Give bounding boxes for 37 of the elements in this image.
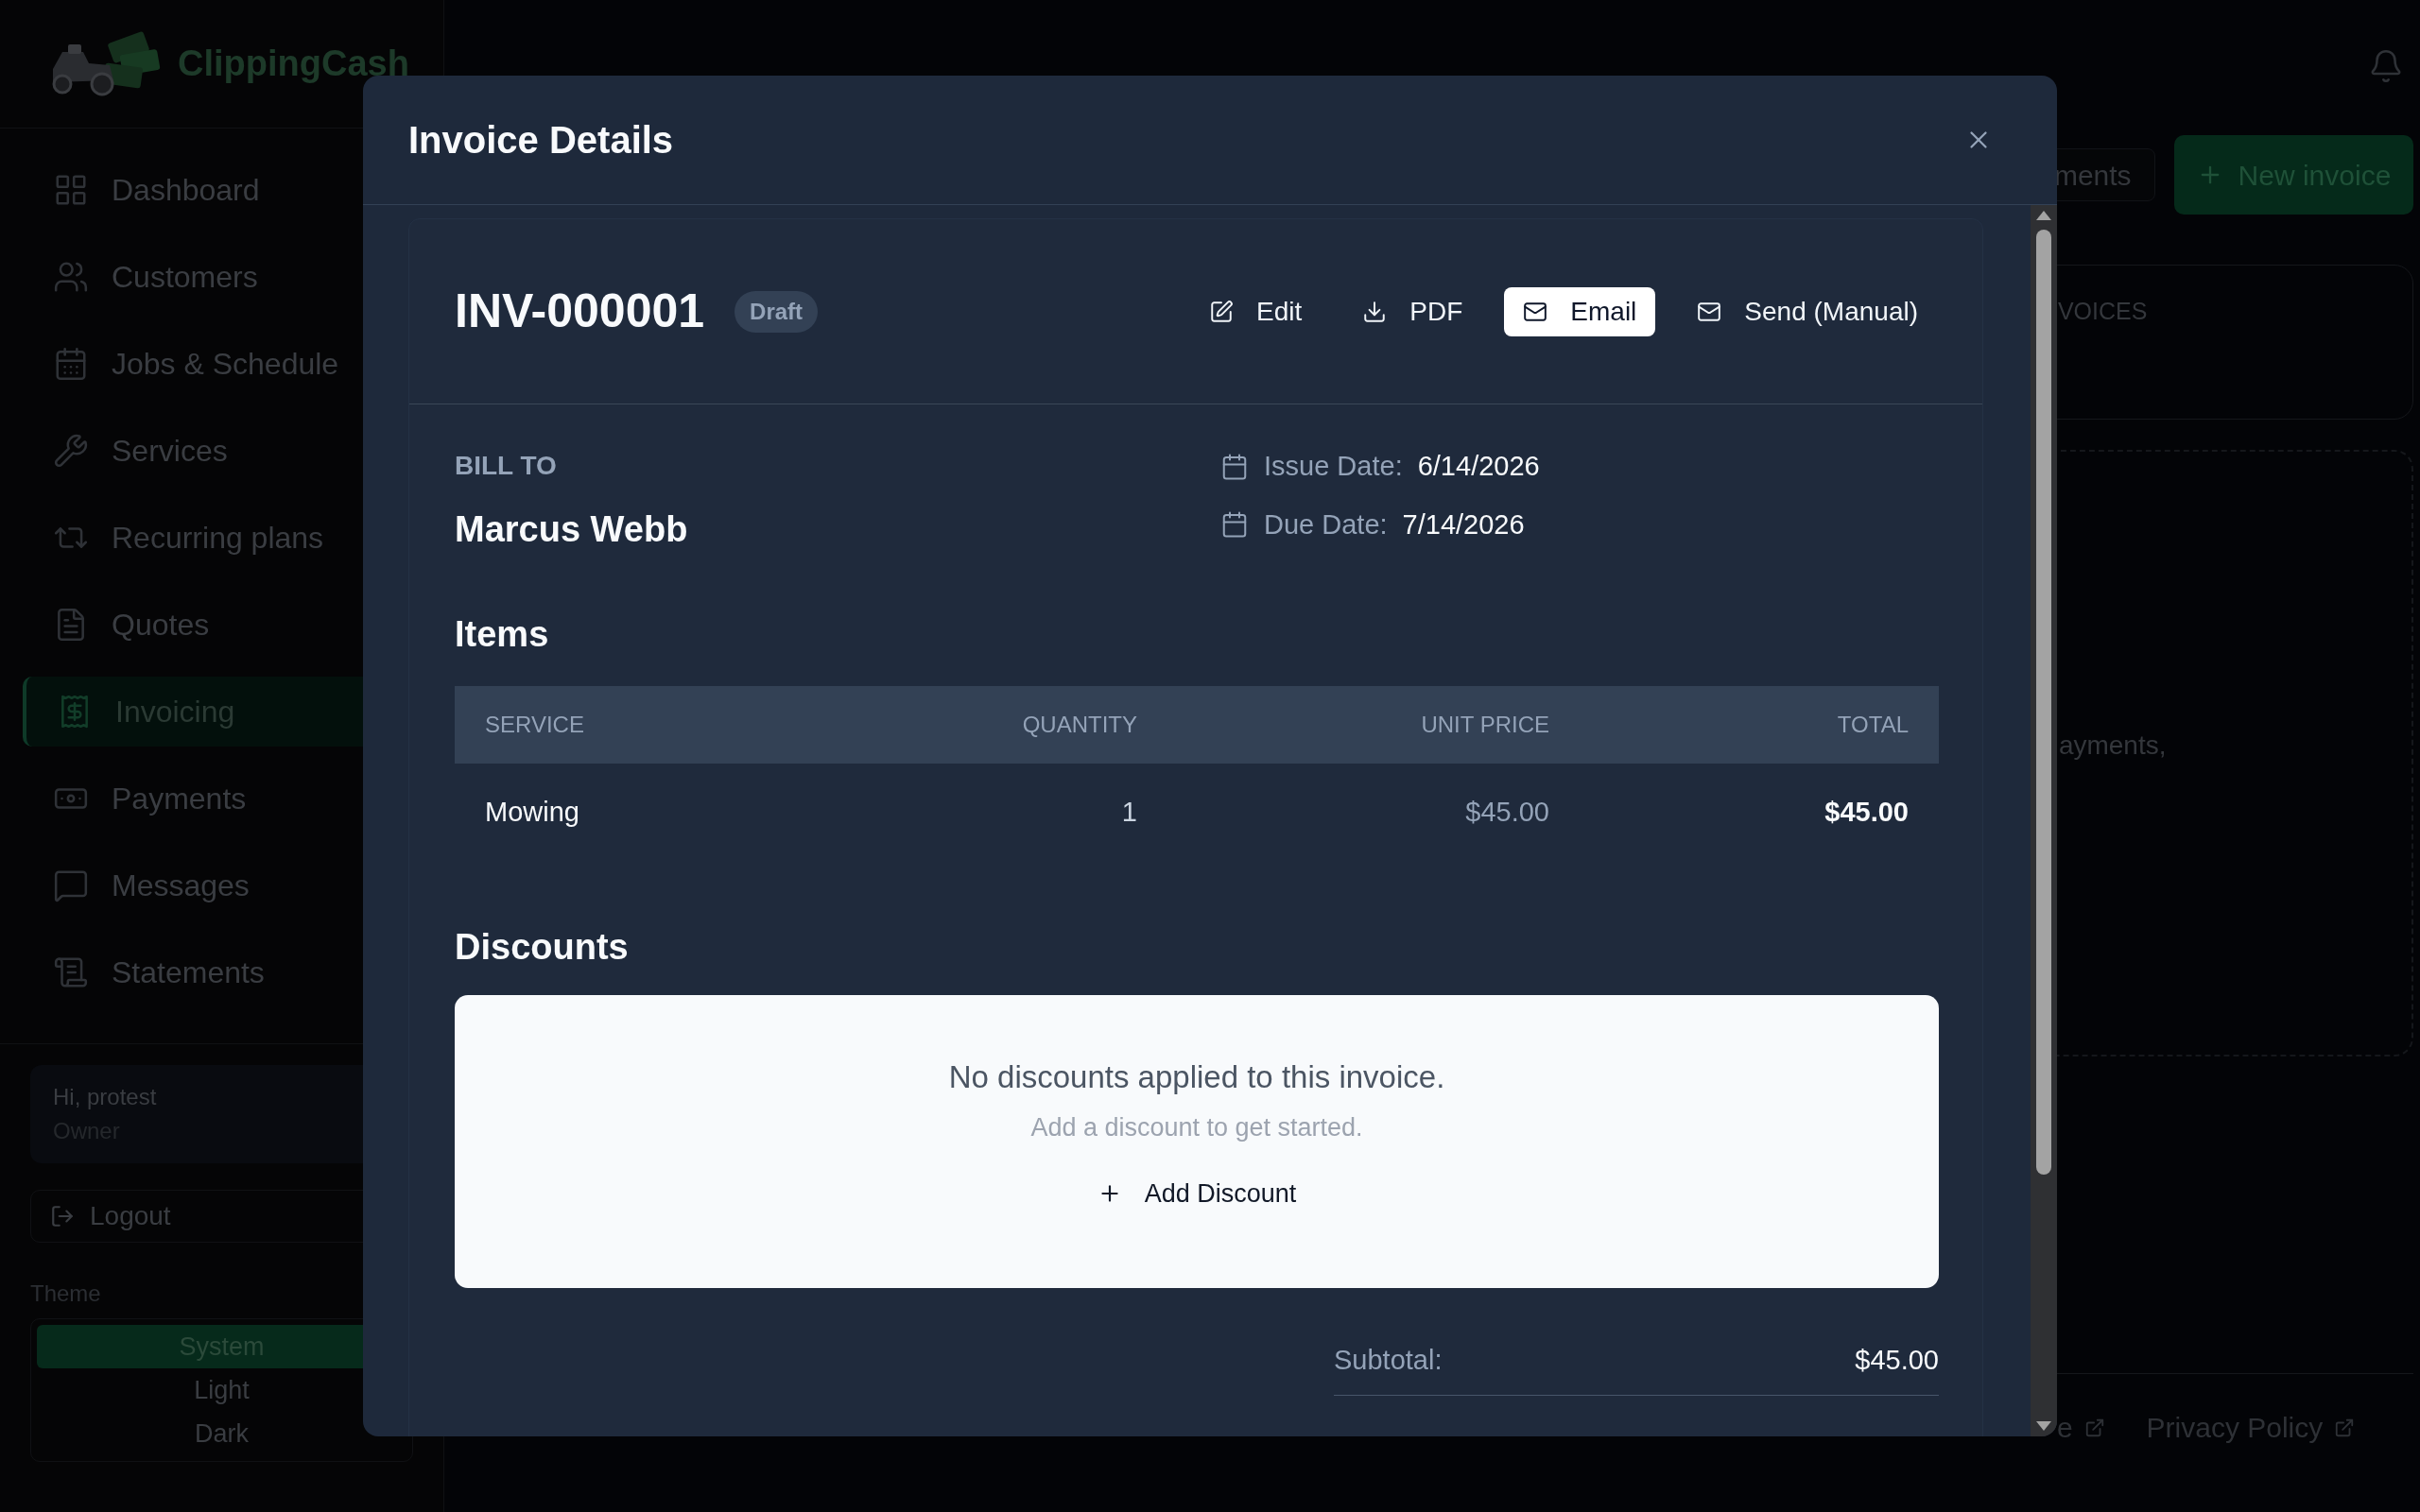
invoice-action-button[interactable]: Send (Manual) (1678, 286, 1937, 336)
sidebar-item[interactable]: Messages (23, 850, 421, 920)
sidebar-item[interactable]: Statements (23, 937, 421, 1007)
theme-option[interactable]: Light (37, 1368, 406, 1412)
subtotal-value: $45.00 (1855, 1343, 1939, 1377)
date-label: Due Date: (1264, 507, 1388, 541)
sidebar-item[interactable]: Payments (23, 764, 421, 833)
column-header: SERVICE (485, 711, 585, 739)
column-header: TOTAL (1836, 711, 1909, 739)
customer-name: Marcus Webb (455, 508, 689, 551)
table-cell-text: $45.00 (1464, 796, 1549, 830)
sidebar-item[interactable]: Quotes (23, 590, 421, 660)
invoice-number: INV-000001 (455, 284, 705, 339)
table-cell-text: $45.00 (1824, 796, 1909, 830)
invoice-action-button[interactable]: PDF (1343, 286, 1482, 336)
column-header: QUANTITY (1021, 711, 1137, 739)
sidebar-item[interactable]: Recurring plans (23, 503, 421, 573)
column-header: UNIT PRICE (1420, 711, 1549, 739)
items-heading: Items (455, 613, 550, 656)
subtotal-label: Subtotal: (1334, 1343, 1443, 1377)
status-badge: Draft (735, 290, 819, 333)
date-label: Issue Date: (1264, 450, 1403, 483)
table-cell-text: Mowing (485, 796, 580, 830)
date-value: 6/14/2026 (1417, 450, 1540, 483)
invoice-action-button[interactable]: Email (1504, 286, 1656, 336)
theme-option[interactable]: Dark (37, 1412, 406, 1455)
empty-discounts-hint: Add a discount to get started. (1030, 1111, 1363, 1143)
table-cell-text: 1 (1120, 796, 1137, 830)
invoice-action-button[interactable]: Edit (1190, 286, 1322, 336)
add-discount-button[interactable]: Add Discount (1078, 1167, 1316, 1220)
sidebar-item[interactable]: Customers (23, 242, 421, 312)
empty-discounts-title: No discounts applied to this invoice. (948, 1058, 1445, 1096)
discounts-heading: Discounts (455, 926, 630, 969)
bill-to-label: BILL TO (455, 450, 558, 482)
sidebar-item[interactable]: Jobs & Schedule (23, 329, 421, 399)
date-value: 7/14/2026 (1402, 507, 1525, 541)
sidebar-item[interactable]: Services (23, 416, 421, 486)
